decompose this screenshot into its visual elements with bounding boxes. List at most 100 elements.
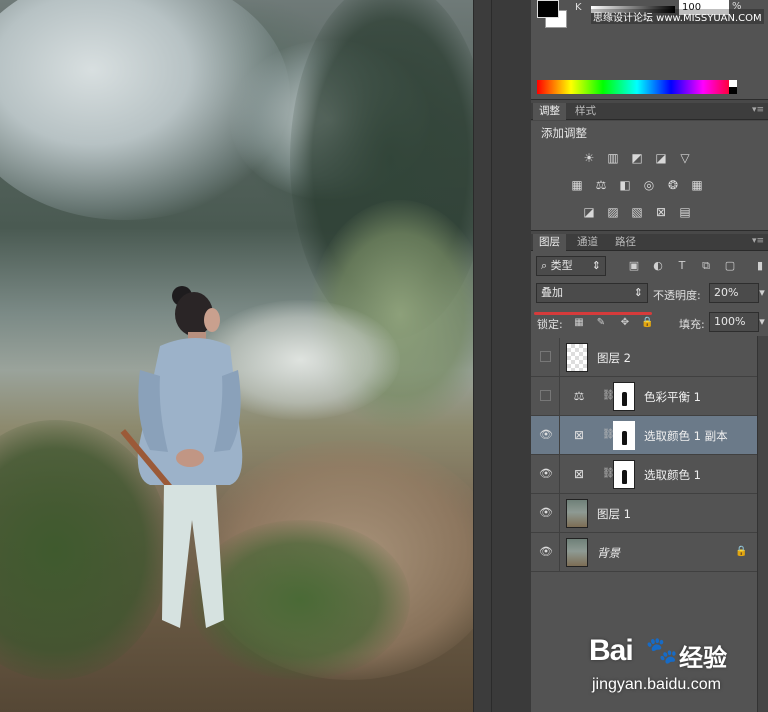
photo-filter-icon[interactable]: ◎: [641, 178, 657, 192]
panel-menu-icon[interactable]: ▾≡: [752, 105, 764, 115]
baidu-watermark: Bai 🐾 经验 jingyan.baidu.com: [589, 632, 768, 702]
foreground-color-swatch[interactable]: [537, 0, 559, 18]
blend-mode-value: 叠加: [541, 286, 563, 299]
paw-icon: 🐾: [645, 636, 679, 666]
highlight-underline: [534, 312, 652, 315]
adjustments-tabbar: 调整 样式 ▾≡: [531, 103, 768, 120]
lock-position-icon[interactable]: ✥: [619, 317, 631, 329]
threshold-icon[interactable]: ▧: [629, 205, 645, 219]
selective-color-icon: ⊠: [573, 428, 585, 442]
layer-name[interactable]: 图层 1: [597, 506, 631, 522]
selective-color-icon: ⊠: [573, 467, 585, 481]
layer-row-layer2[interactable]: 图层 2: [531, 338, 757, 377]
curves-icon[interactable]: ◩: [629, 151, 645, 165]
layer-row-background[interactable]: 👁 背景 🔒: [531, 533, 757, 572]
tab-paths[interactable]: 路径: [609, 234, 642, 251]
tab-channels[interactable]: 通道: [571, 234, 604, 251]
layer-mask-thumbnail[interactable]: [613, 421, 635, 450]
visibility-toggle-off[interactable]: [540, 351, 551, 362]
levels-icon[interactable]: ▥: [605, 151, 621, 165]
filter-pixel-icon[interactable]: ▣: [627, 259, 641, 273]
divider: [559, 416, 560, 455]
fill-dropdown-icon[interactable]: ▾: [755, 315, 768, 329]
channel-mixer-icon[interactable]: ❂: [665, 178, 681, 192]
layer-row-layer1[interactable]: 👁 图层 1: [531, 494, 757, 533]
opacity-dropdown-icon[interactable]: ▾: [755, 286, 768, 300]
posterize-icon[interactable]: ▨: [605, 205, 621, 219]
chain-link-icon[interactable]: ⛓: [602, 389, 615, 403]
color-balance-icon[interactable]: ⚖: [593, 178, 609, 192]
fill-value: 100%: [714, 315, 746, 328]
chain-link-icon[interactable]: ⛓: [602, 467, 615, 481]
color-panel: K 100 % 思缘设计论坛 www.MISSYUAN.COM: [531, 0, 768, 100]
layer-name[interactable]: 背景: [597, 545, 620, 561]
exposure-icon[interactable]: ◪: [653, 151, 669, 165]
opacity-field[interactable]: 20%: [709, 283, 759, 303]
layer-name[interactable]: 图层 2: [597, 350, 631, 366]
add-adjustment-title: 添加调整: [541, 126, 587, 140]
baidu-logo-text: Bai: [589, 634, 634, 667]
site-watermark: 思缘设计论坛 www.MISSYUAN.COM: [591, 9, 764, 24]
eye-icon[interactable]: 👁: [539, 507, 553, 519]
updown-arrow-icon: ⇕: [591, 259, 601, 272]
hue-saturation-icon[interactable]: ▦: [569, 178, 585, 192]
layer-mask-thumbnail[interactable]: [613, 460, 635, 489]
filter-smartobject-icon[interactable]: ▢: [723, 259, 737, 273]
brightness-icon[interactable]: ☀: [581, 151, 597, 165]
selective-color-icon[interactable]: ⊠: [653, 205, 669, 219]
channel-label: K: [575, 2, 582, 13]
layer-row-selective-color-copy[interactable]: 👁 ⊠ ⛓ 选取颜色 1 副本: [531, 416, 757, 455]
eye-icon[interactable]: 👁: [539, 429, 553, 441]
opacity-value: 20%: [714, 286, 739, 299]
jingyan-text: 经验: [679, 644, 727, 672]
color-spectrum-ramp[interactable]: [537, 80, 737, 94]
tab-layers[interactable]: 图层: [533, 234, 566, 251]
filter-toggle-icon[interactable]: ▮: [753, 259, 767, 273]
document-canvas[interactable]: [0, 0, 473, 712]
blend-mode-select[interactable]: 叠加 ⇕: [536, 283, 648, 303]
collapsed-panel-dock: [491, 0, 531, 712]
black-white-icon[interactable]: ◧: [617, 178, 633, 192]
color-balance-icon: ⚖: [573, 389, 585, 403]
layer-row-selective-color[interactable]: 👁 ⊠ ⛓ 选取颜色 1: [531, 455, 757, 494]
divider: [559, 533, 560, 572]
canvas-scrollbar[interactable]: [473, 0, 491, 712]
tab-adjustments[interactable]: 调整: [533, 103, 566, 120]
chain-link-icon[interactable]: ⛓: [602, 428, 615, 442]
vibrance-icon[interactable]: ▽: [677, 151, 693, 165]
opacity-label: 不透明度:: [653, 289, 701, 302]
layer-row-color-balance[interactable]: ⚖ ⛓ 色彩平衡 1: [531, 377, 757, 416]
eye-icon[interactable]: 👁: [539, 468, 553, 480]
lock-label: 锁定:: [537, 318, 563, 331]
filter-shape-icon[interactable]: ⧉: [699, 259, 713, 273]
lock-all-icon[interactable]: 🔒: [641, 317, 653, 329]
divider: [559, 338, 560, 377]
layer-mask-thumbnail[interactable]: [613, 382, 635, 411]
layers-panel-menu-icon[interactable]: ▾≡: [752, 236, 764, 246]
color-lookup-icon[interactable]: ▦: [689, 178, 705, 192]
layer-filter-select[interactable]: ⌕ 类型 ⇕: [536, 256, 606, 276]
gradient-map-icon[interactable]: ▤: [677, 205, 693, 219]
visibility-toggle-off[interactable]: [540, 390, 551, 401]
lock-icon: 🔒: [735, 546, 748, 557]
layer-name[interactable]: 选取颜色 1 副本: [644, 428, 728, 444]
eye-icon[interactable]: 👁: [539, 546, 553, 558]
lock-pixels-icon[interactable]: ✎: [595, 317, 607, 329]
lock-transparent-icon[interactable]: ▦: [573, 317, 585, 329]
tab-styles[interactable]: 样式: [569, 103, 602, 120]
watermark-url: jingyan.baidu.com: [592, 676, 721, 693]
layer-name[interactable]: 选取颜色 1: [644, 467, 701, 483]
layer-name[interactable]: 色彩平衡 1: [644, 389, 701, 405]
adjustments-panel: 添加调整 ☀ ▥ ◩ ◪ ▽ ▦ ⚖ ◧ ◎ ❂ ▦ ◪ ▨ ▧ ⊠ ▤: [531, 121, 768, 231]
layer-thumbnail: [566, 538, 588, 567]
divider: [559, 377, 560, 416]
fill-field[interactable]: 100%: [709, 312, 759, 332]
woman-figure: [120, 286, 243, 628]
search-icon: ⌕: [541, 259, 548, 272]
layer-thumbnail: [566, 499, 588, 528]
black-white-ramp[interactable]: [729, 80, 737, 94]
invert-icon[interactable]: ◪: [581, 205, 597, 219]
layers-tabbar: 图层 通道 路径 ▾≡: [531, 234, 768, 251]
filter-adjustment-icon[interactable]: ◐: [651, 259, 665, 273]
filter-type-icon[interactable]: T: [675, 259, 689, 273]
